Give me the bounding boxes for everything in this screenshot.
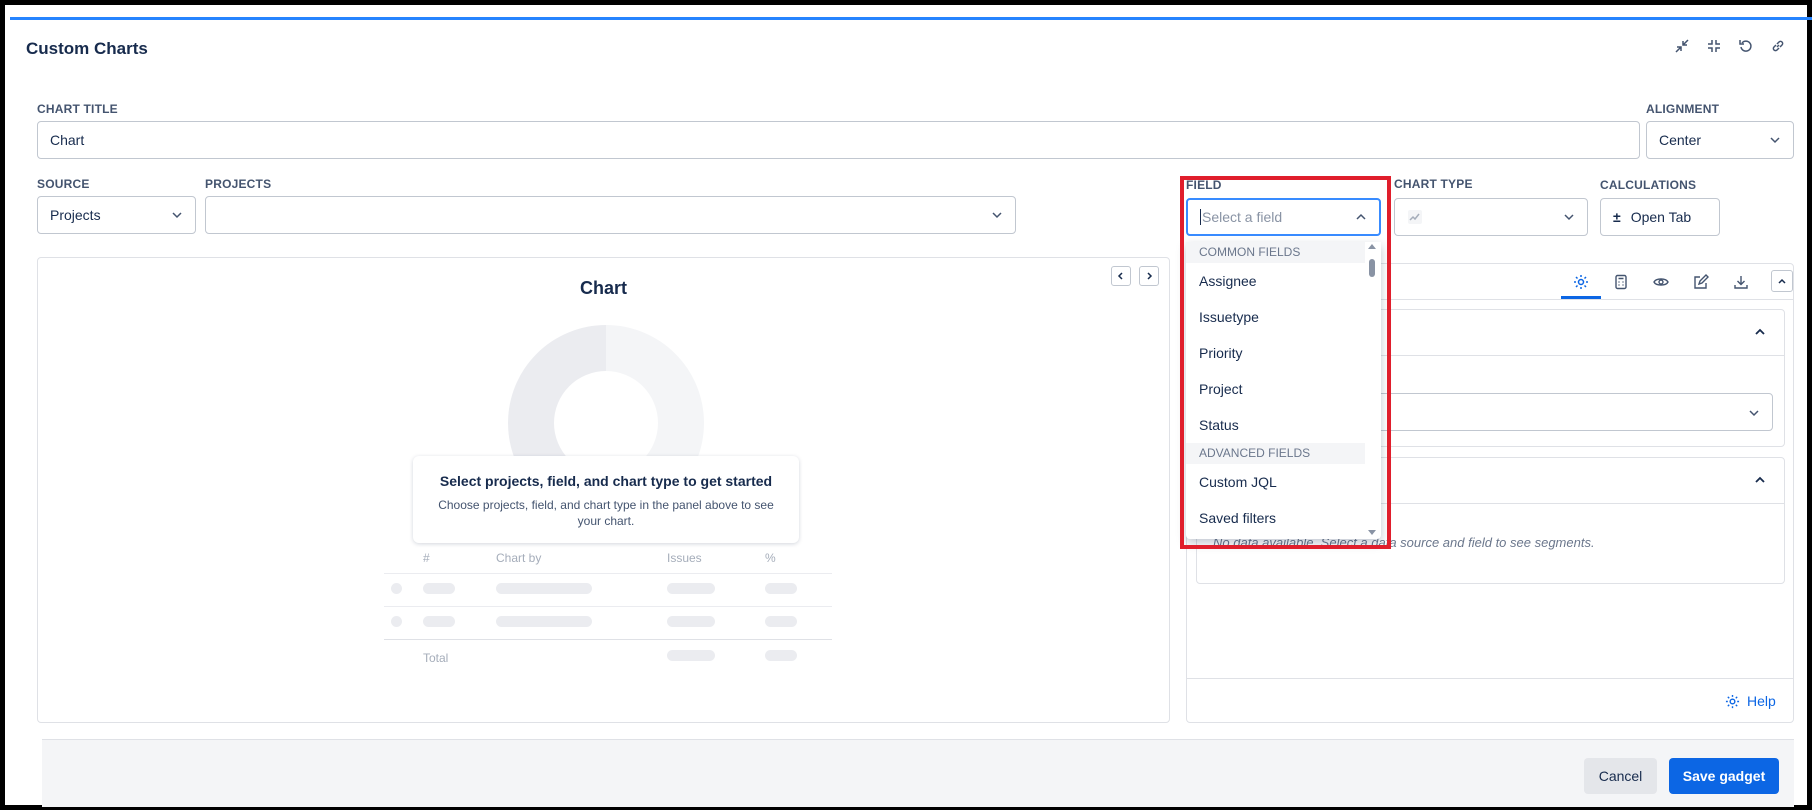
chevron-up-icon (1778, 278, 1786, 284)
chevron-down-icon (992, 212, 1002, 219)
prev-button[interactable] (1111, 266, 1131, 286)
help-label: Help (1747, 693, 1776, 709)
table-total-label: Total (423, 651, 449, 665)
app-frame: Custom Charts CHART TITLE Chart ALIGNMEN… (0, 0, 1812, 810)
skeleton-bar (667, 650, 715, 661)
skeleton-bar (423, 583, 455, 594)
chart-title-value: Chart (50, 132, 85, 148)
table-header-chart-by: Chart by (496, 551, 542, 565)
table-header-issues: Issues (667, 551, 702, 565)
settings-tab-icon[interactable] (1572, 273, 1590, 291)
chevron-down-icon (1770, 137, 1780, 144)
skeleton-bar (667, 616, 715, 627)
chevron-up-icon[interactable] (1754, 326, 1766, 338)
next-button[interactable] (1139, 266, 1159, 286)
header-toolbar (1673, 37, 1787, 55)
chevron-up-icon[interactable] (1754, 474, 1766, 486)
divider (384, 606, 832, 607)
chart-preview-title: Chart (579, 278, 627, 298)
chevron-right-icon (1147, 272, 1153, 280)
empty-state-heading: Select projects, field, and chart type t… (439, 473, 773, 489)
chevron-down-icon (1564, 214, 1574, 221)
footer-bar: Cancel Save gadget (42, 739, 1794, 807)
eye-icon[interactable] (1652, 273, 1670, 291)
link-icon[interactable] (1769, 37, 1787, 55)
skeleton-bar (667, 583, 715, 594)
page-title: Custom Charts (26, 39, 148, 58)
highlight-box (1180, 176, 1391, 549)
help-link[interactable]: Help (1725, 693, 1776, 709)
alignment-label: ALIGNMENT (1646, 102, 1720, 116)
skeleton-bar (496, 616, 592, 627)
plus-minus-icon: ± (1613, 209, 1621, 225)
skeleton-bar (765, 583, 797, 594)
skeleton-bar (765, 616, 797, 627)
alignment-value: Center (1659, 132, 1702, 148)
skeleton-bar (496, 583, 592, 594)
fullscreen-exit-icon[interactable] (1705, 37, 1723, 55)
chart-type-select[interactable] (1394, 198, 1588, 236)
source-select[interactable]: Projects (37, 196, 196, 234)
empty-state-card: Select projects, field, and chart type t… (413, 456, 799, 543)
projects-label: PROJECTS (205, 177, 272, 191)
open-tab-button[interactable]: ± Open Tab (1600, 198, 1720, 236)
table-header-percent: % (765, 551, 776, 565)
chevron-down-icon (1749, 410, 1759, 417)
chart-title-label: CHART TITLE (37, 102, 118, 116)
skeleton-bar (423, 616, 455, 627)
active-tab-indicator (1561, 296, 1601, 299)
skeleton-dot (391, 616, 402, 627)
calculator-icon[interactable] (1612, 273, 1630, 291)
skeleton-dot (391, 583, 402, 594)
chevron-down-icon (172, 212, 182, 219)
open-tab-label: Open Tab (1630, 209, 1692, 225)
divider (384, 639, 832, 640)
source-label: SOURCE (37, 177, 90, 191)
divider (384, 573, 832, 574)
chart-title-input[interactable]: Chart (37, 121, 1640, 159)
empty-state-subtext: Choose projects, field, and chart type i… (438, 498, 774, 528)
download-icon[interactable] (1732, 273, 1750, 291)
skeleton-bar (765, 650, 797, 661)
source-value: Projects (50, 207, 101, 223)
gear-icon (1725, 694, 1740, 708)
top-accent-line (10, 17, 1812, 20)
table-header-index: # (423, 551, 430, 565)
refresh-icon[interactable] (1737, 37, 1755, 55)
projects-select[interactable] (205, 196, 1016, 234)
save-gadget-button[interactable]: Save gadget (1669, 758, 1779, 794)
collapse-panel-button[interactable] (1771, 270, 1793, 292)
calculations-label: CALCULATIONS (1600, 178, 1697, 192)
line-chart-icon (1408, 210, 1422, 224)
chart-type-label: CHART TYPE (1394, 177, 1473, 191)
chevron-left-icon (1117, 272, 1123, 280)
collapse-icon[interactable] (1673, 37, 1691, 55)
panel-footer-divider (1186, 678, 1794, 679)
alignment-select[interactable]: Center (1646, 121, 1794, 159)
cancel-button[interactable]: Cancel (1584, 758, 1657, 794)
edit-icon[interactable] (1692, 273, 1710, 291)
